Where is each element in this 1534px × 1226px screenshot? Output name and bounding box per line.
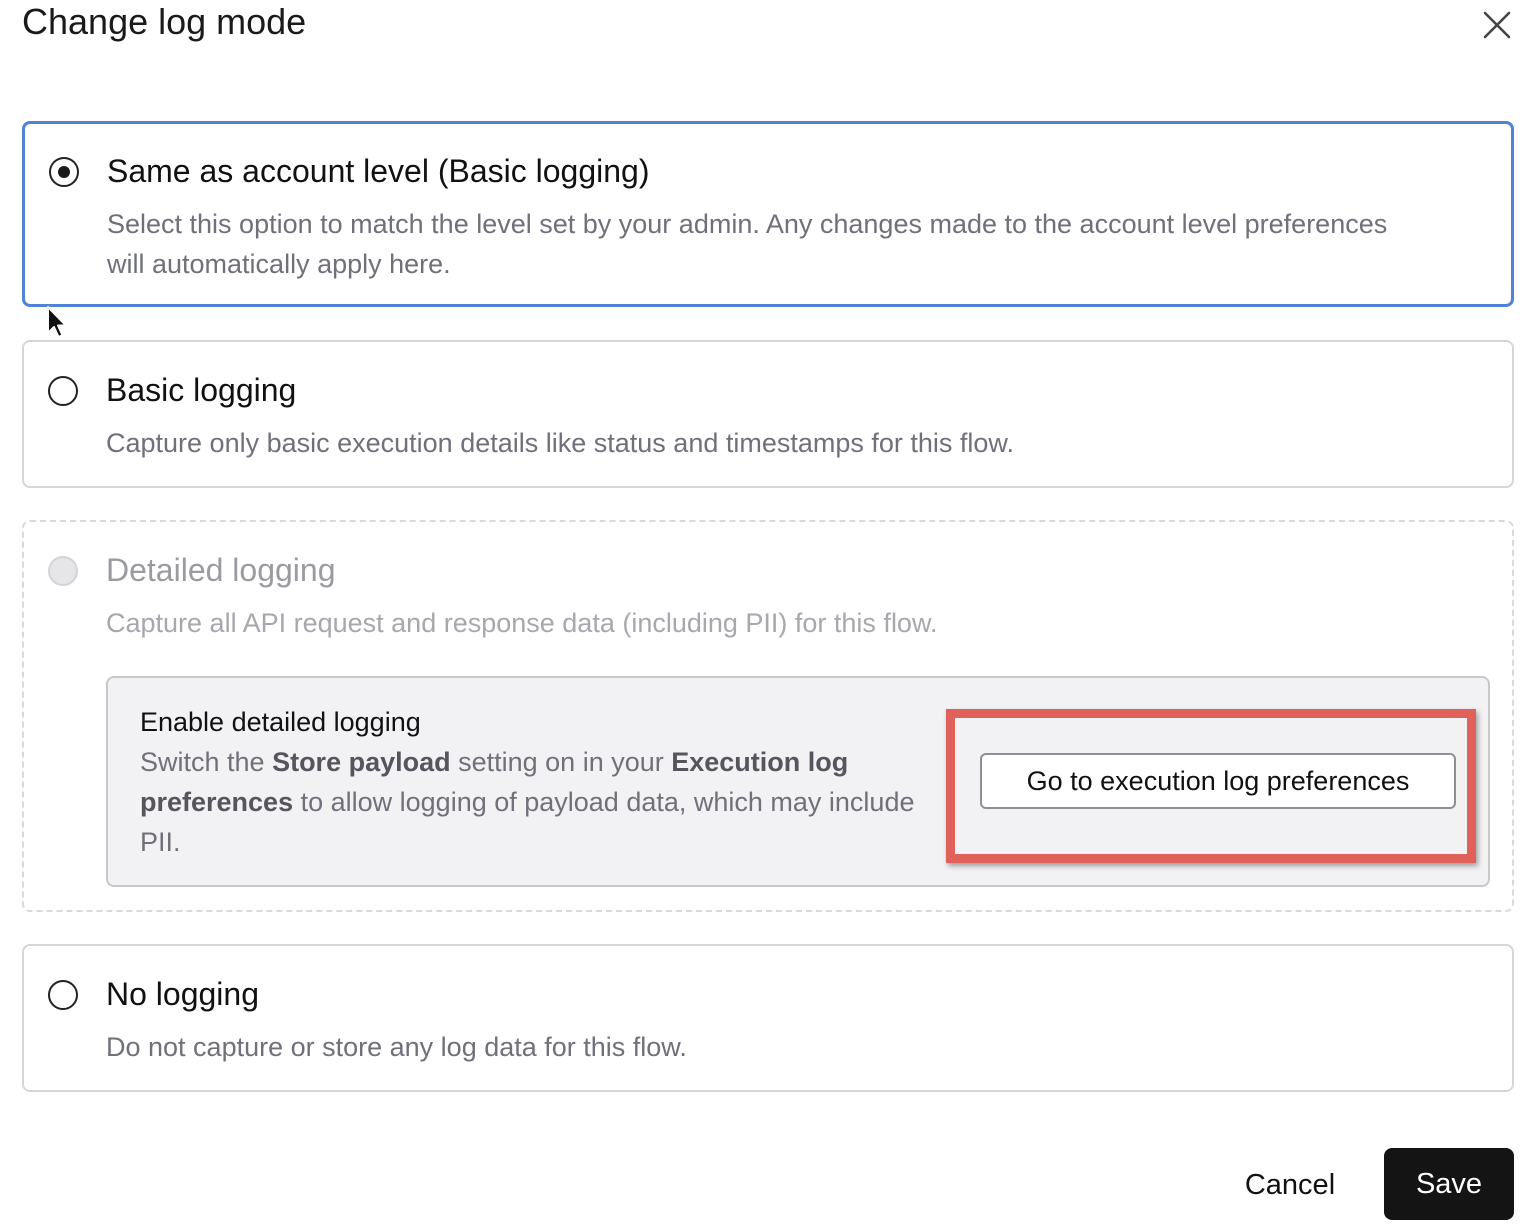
store-payload-label: Store payload xyxy=(272,747,451,777)
option-title: Same as account level (Basic logging) xyxy=(107,153,650,189)
option-description: Capture all API request and response dat… xyxy=(106,608,938,638)
option-no-logging[interactable]: No logging Do not capture or store any l… xyxy=(22,944,1514,1092)
option-detailed-logging: Detailed logging Capture all API request… xyxy=(22,520,1514,912)
mouse-pointer-icon xyxy=(47,306,67,338)
save-button[interactable]: Save xyxy=(1384,1148,1514,1220)
radio-no-logging[interactable] xyxy=(48,980,78,1010)
radio-same-as-account-level[interactable] xyxy=(49,157,79,187)
go-to-execution-log-preferences-button[interactable]: Go to execution log preferences xyxy=(980,753,1456,809)
dialog-title: Change log mode xyxy=(22,1,307,42)
change-log-mode-dialog: Change log mode Same as account level (B… xyxy=(0,0,1534,1226)
radio-detailed-logging xyxy=(48,556,78,586)
option-basic-logging[interactable]: Basic logging Capture only basic executi… xyxy=(22,340,1514,488)
close-button[interactable] xyxy=(1476,4,1518,46)
option-description: Capture only basic execution details lik… xyxy=(106,428,1014,458)
option-title: No logging xyxy=(106,976,259,1012)
option-description: Select this option to match the level se… xyxy=(107,209,1388,279)
option-same-as-account-level[interactable]: Same as account level (Basic logging) Se… xyxy=(22,121,1514,307)
close-icon xyxy=(1483,11,1511,39)
option-title: Basic logging xyxy=(106,372,297,408)
radio-basic-logging[interactable] xyxy=(48,376,78,406)
enable-detailed-logging-notice: Enable detailed logging Switch the Store… xyxy=(106,676,1490,887)
notice-text: Switch the Store payload setting on in y… xyxy=(140,747,915,857)
cancel-button[interactable]: Cancel xyxy=(1226,1150,1354,1220)
option-description: Do not capture or store any log data for… xyxy=(106,1032,687,1062)
option-title: Detailed logging xyxy=(106,552,336,588)
notice-title: Enable detailed logging xyxy=(140,707,421,737)
